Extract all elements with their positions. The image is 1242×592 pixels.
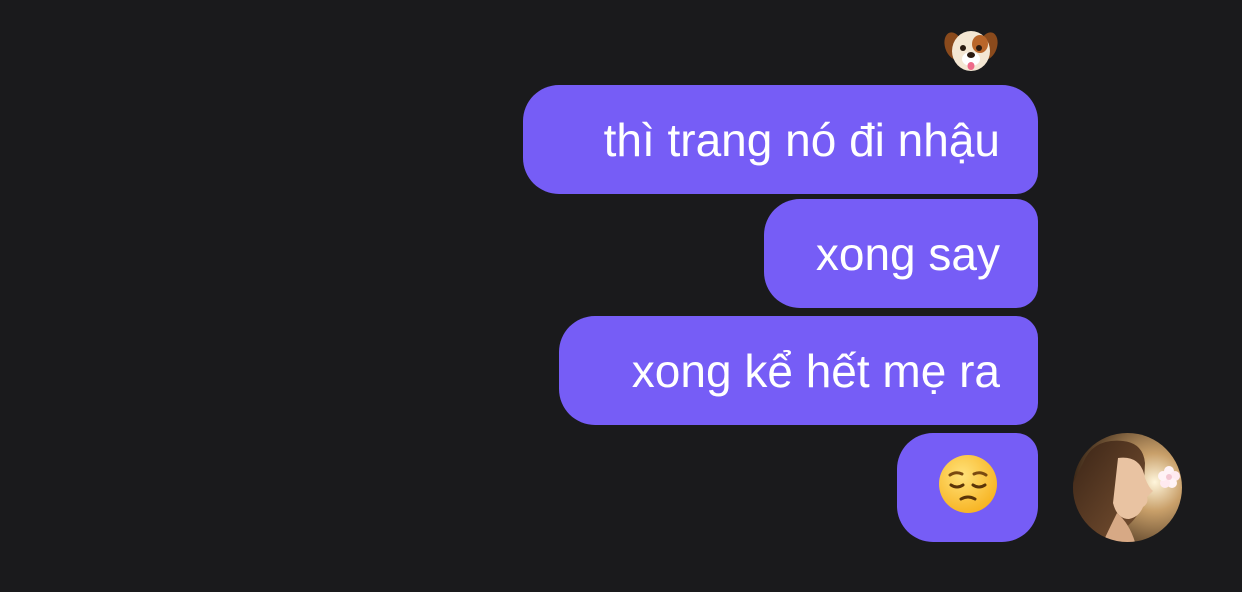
- user-avatar[interactable]: [1073, 433, 1182, 542]
- message-text: xong say: [815, 227, 1000, 280]
- message-text: thì trang nó đi nhậu: [603, 113, 1000, 166]
- message-bubble[interactable]: xong say: [764, 199, 1038, 308]
- emoji-message-bubble[interactable]: [897, 433, 1038, 542]
- pensive-face-emoji-icon: [937, 453, 999, 522]
- message-bubble[interactable]: xong kể hết mẹ ra: [559, 316, 1038, 425]
- dog-face-reaction-icon[interactable]: [944, 24, 998, 78]
- message-text: xong kể hết mẹ ra: [631, 344, 1000, 397]
- message-bubble[interactable]: thì trang nó đi nhậu: [523, 85, 1038, 194]
